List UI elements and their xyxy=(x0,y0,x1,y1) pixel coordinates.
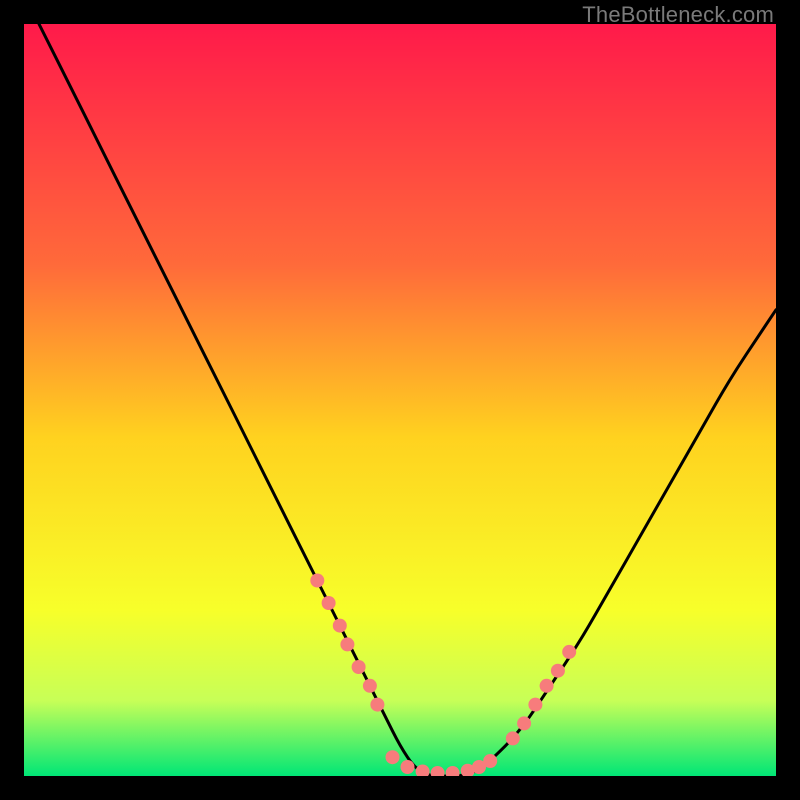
marker-dot xyxy=(363,679,377,693)
marker-dot xyxy=(540,679,554,693)
marker-dot xyxy=(562,645,576,659)
marker-dot xyxy=(322,596,336,610)
marker-dot xyxy=(310,574,324,588)
marker-dot xyxy=(401,760,415,774)
marker-dot xyxy=(483,754,497,768)
marker-dot xyxy=(506,731,520,745)
marker-dot xyxy=(528,698,542,712)
marker-dot xyxy=(352,660,366,674)
bottleneck-chart xyxy=(24,24,776,776)
marker-dot xyxy=(386,750,400,764)
gradient-background xyxy=(24,24,776,776)
marker-dot xyxy=(340,637,354,651)
marker-dot xyxy=(370,698,384,712)
marker-dot xyxy=(551,664,565,678)
chart-frame xyxy=(24,24,776,776)
marker-dot xyxy=(517,716,531,730)
marker-dot xyxy=(333,619,347,633)
